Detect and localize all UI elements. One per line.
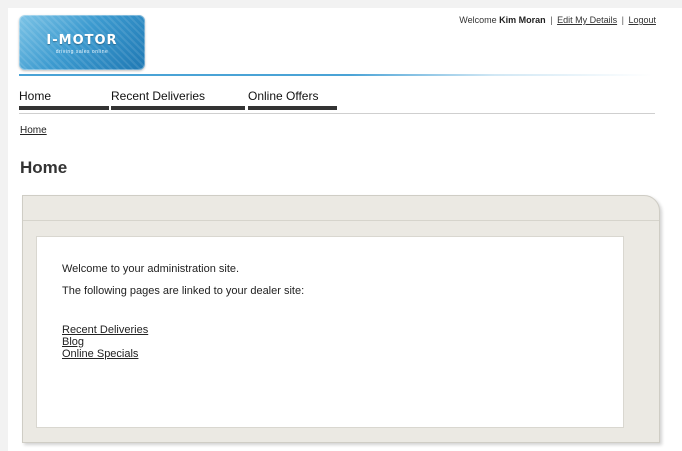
nav-item-label: Recent Deliveries	[111, 89, 206, 103]
nav-item-online-offers[interactable]: Online Offers	[248, 88, 337, 112]
link-recent-deliveries[interactable]: Recent Deliveries	[62, 324, 148, 336]
edit-my-details-link[interactable]: Edit My Details	[557, 15, 617, 25]
nav-item-home[interactable]: Home	[19, 88, 109, 112]
separator: |	[621, 15, 624, 25]
link-blog[interactable]: Blog	[62, 336, 148, 348]
panel-header-line	[23, 220, 659, 221]
nav-item-bar	[19, 106, 109, 110]
content-panel: Welcome to your administration site. The…	[22, 195, 660, 443]
linked-pages-list: Recent Deliveries Blog Online Specials	[62, 324, 148, 360]
linked-pages-intro: The following pages are linked to your d…	[62, 285, 305, 297]
link-online-specials[interactable]: Online Specials	[62, 348, 148, 360]
user-name: Kim Moran	[499, 15, 546, 25]
breadcrumb: Home	[20, 125, 47, 136]
content-box: Welcome to your administration site. The…	[36, 236, 624, 428]
nav-item-label: Home	[19, 89, 52, 103]
nav-item-bar	[111, 106, 245, 110]
page: I-MOTOR driving sales online Welcome Kim…	[8, 8, 682, 451]
page-title: Home	[20, 158, 68, 177]
separator: |	[550, 15, 553, 25]
nav-item-recent-deliveries[interactable]: Recent Deliveries	[111, 88, 245, 112]
nav-item-bar	[248, 106, 337, 110]
welcome-message: Welcome to your administration site.	[62, 263, 240, 275]
logo-name: I-MOTOR	[46, 33, 118, 48]
imotor-logo[interactable]: I-MOTOR driving sales online	[19, 15, 145, 70]
logout-link[interactable]: Logout	[628, 15, 656, 25]
nav-item-label: Online Offers	[248, 89, 319, 103]
logo-tagline: driving sales online	[55, 49, 109, 55]
welcome-label: Welcome	[459, 15, 497, 25]
header-accent-line	[19, 74, 653, 76]
breadcrumb-home-link[interactable]: Home	[20, 125, 47, 136]
nav-divider	[19, 113, 655, 114]
welcome-bar: Welcome Kim Moran | Edit My Details | Lo…	[459, 15, 656, 25]
